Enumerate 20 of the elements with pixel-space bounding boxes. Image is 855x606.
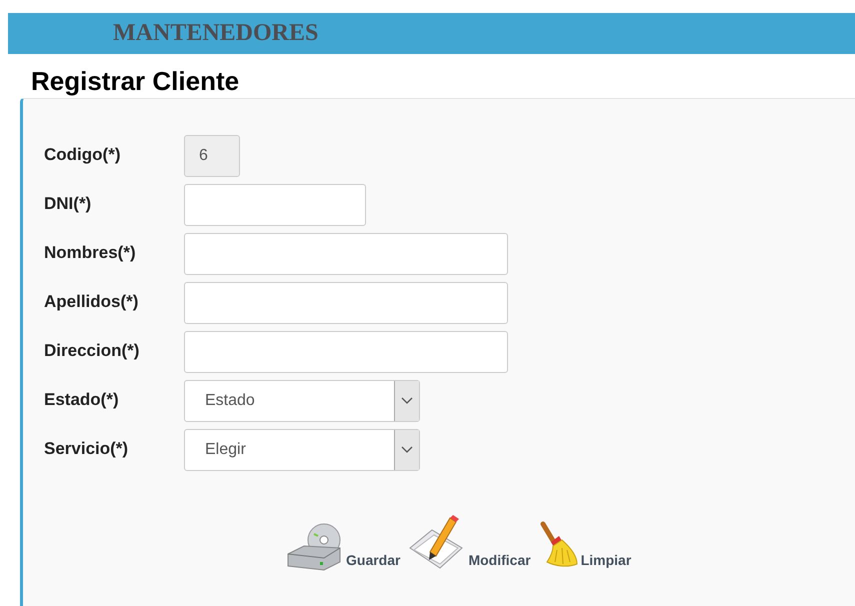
input-field[interactable] — [184, 184, 366, 226]
edit-button[interactable]: Modificar — [406, 514, 531, 572]
save-button[interactable]: Guardar — [284, 522, 400, 572]
header-title: MANTENEDORES — [113, 20, 318, 47]
clear-button[interactable]: Limpiar — [536, 520, 632, 572]
field-label: Apellidos(*) — [44, 291, 140, 312]
input-field[interactable] — [184, 282, 508, 324]
field-label: Servicio(*) — [44, 438, 130, 459]
page-title: Registrar Cliente — [31, 65, 240, 98]
input-field[interactable] — [184, 233, 508, 275]
field-label: DNI(*) — [44, 193, 92, 214]
field-label: Nombres(*) — [44, 242, 137, 263]
field-label: Codigo(*) — [44, 144, 122, 165]
field-label: Direccion(*) — [44, 340, 140, 361]
input-field[interactable] — [184, 331, 508, 373]
select-field[interactable]: Estado — [184, 380, 420, 422]
select-field[interactable]: Elegir — [184, 429, 420, 471]
chevron-down-icon — [401, 446, 413, 454]
chevron-down-icon — [401, 397, 413, 405]
field-label: Estado(*) — [44, 389, 120, 410]
